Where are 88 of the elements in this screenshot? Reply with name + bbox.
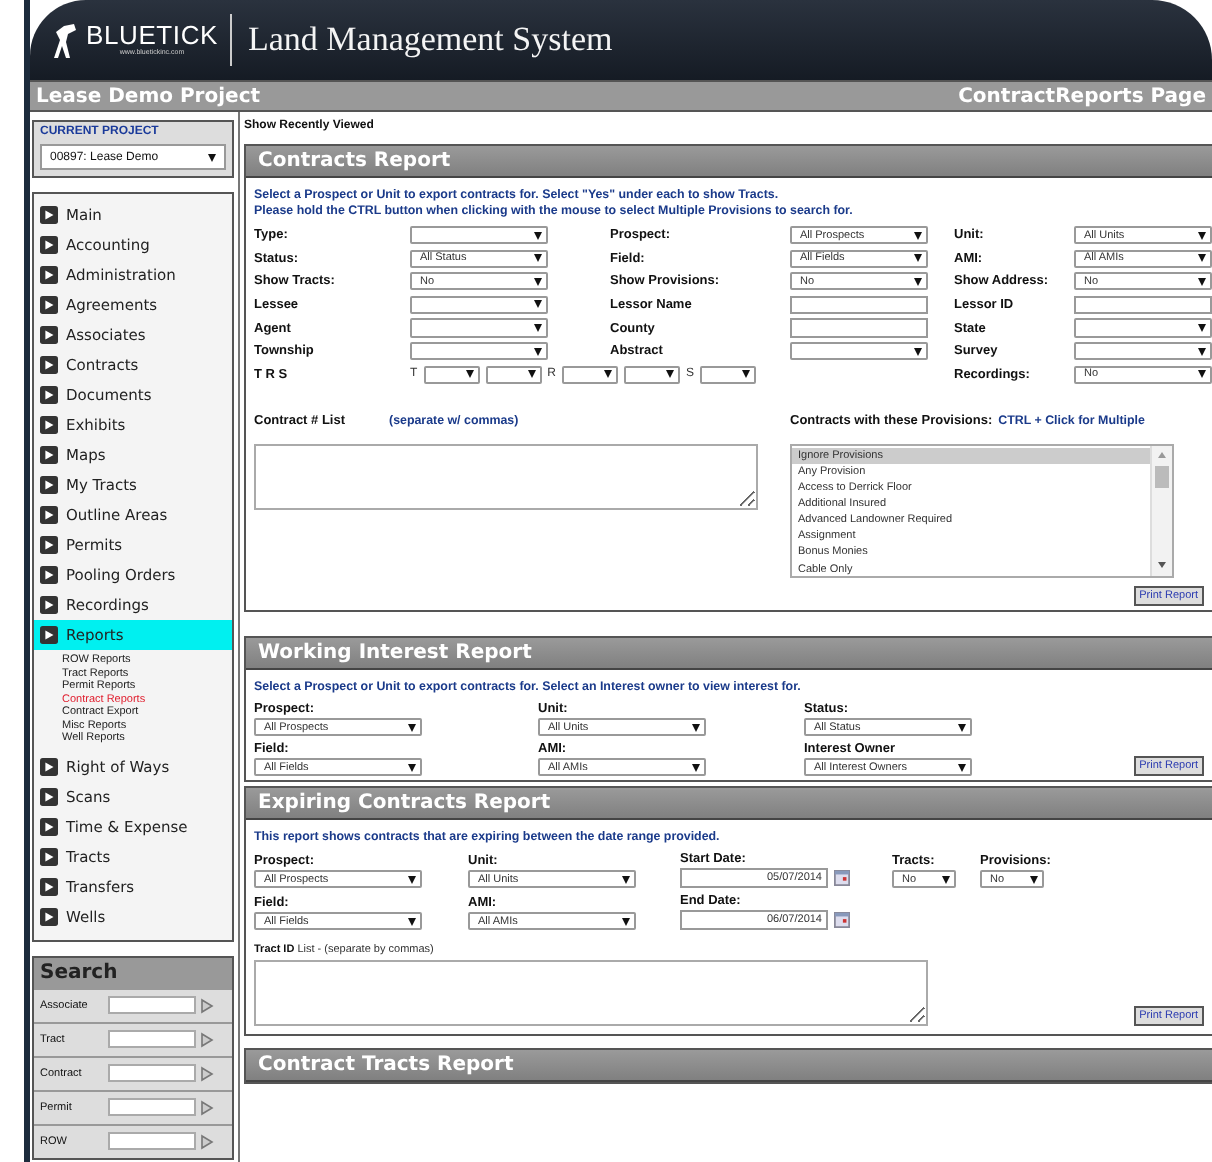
caret-icon — [534, 347, 542, 356]
arrow-box-icon — [40, 536, 58, 554]
caret-icon — [1198, 231, 1206, 240]
caret-icon — [622, 875, 630, 884]
caret-icon — [534, 324, 542, 333]
caret-icon — [914, 347, 922, 356]
caret-icon — [622, 917, 630, 926]
caret-icon — [958, 723, 966, 731]
arrow-box-icon — [40, 596, 58, 614]
arrow-box-icon — [40, 566, 58, 584]
app-title: Land Management System — [247, 20, 613, 60]
caret-icon — [208, 153, 216, 161]
caret-icon — [408, 917, 416, 926]
search-field[interactable] — [108, 996, 196, 1014]
panel-title: Contract Tracts Report — [246, 1050, 1212, 1083]
caret-icon — [1198, 277, 1206, 286]
arrow-box-icon — [40, 446, 58, 464]
input-field[interactable] — [790, 318, 928, 338]
caret-icon — [408, 875, 416, 884]
caret-icon — [692, 723, 700, 731]
search-field[interactable] — [108, 1064, 196, 1082]
go-arrow-icon[interactable] — [200, 997, 214, 1013]
arrow-box-icon — [40, 626, 58, 644]
panel-title: Contracts Report — [246, 146, 1212, 178]
arrow-box-icon — [40, 787, 58, 805]
caret-icon — [958, 763, 966, 772]
panel-title: Expiring Contracts Report — [246, 788, 1212, 821]
caret-icon — [604, 370, 613, 379]
caret-icon — [1030, 875, 1038, 884]
caret-icon — [465, 370, 474, 379]
arrow-box-icon — [40, 847, 58, 865]
caret-icon — [1198, 347, 1206, 356]
panel-title: Working Interest Report — [246, 637, 1212, 670]
project-title: Lease Demo Project — [36, 85, 261, 107]
arrow-box-icon — [40, 506, 58, 524]
caret-icon — [527, 370, 536, 379]
arrow-box-icon — [40, 907, 58, 925]
dropdown[interactable] — [624, 365, 681, 384]
caret-icon — [1198, 370, 1206, 379]
arrow-box-icon — [40, 817, 58, 835]
caret-icon — [408, 723, 416, 731]
caret-icon — [1198, 324, 1206, 333]
go-arrow-icon[interactable] — [200, 1099, 214, 1115]
scrollbar[interactable] — [1150, 445, 1172, 576]
dropdown[interactable] — [423, 365, 480, 384]
caret-icon — [534, 254, 542, 263]
caret-icon — [914, 277, 922, 286]
arrow-box-icon — [40, 416, 58, 434]
search-field[interactable] — [108, 1132, 196, 1150]
go-arrow-icon[interactable] — [200, 1065, 214, 1081]
caret-icon — [914, 231, 922, 240]
arrow-box-icon — [40, 386, 58, 404]
dropdown[interactable] — [700, 365, 757, 384]
caret-icon — [914, 254, 922, 263]
arrow-box-icon — [40, 757, 58, 775]
arrow-box-icon — [40, 356, 58, 374]
arrow-box-icon — [40, 266, 58, 284]
tract-list-field[interactable] — [254, 960, 928, 1027]
dropdown[interactable] — [562, 365, 619, 384]
logo-text: BLUETICK — [86, 22, 218, 48]
caret-icon — [534, 300, 542, 309]
caret-icon — [534, 277, 542, 286]
go-arrow-icon[interactable] — [200, 1031, 214, 1047]
contract-list-field[interactable] — [254, 443, 758, 510]
search-field[interactable] — [108, 1030, 196, 1048]
calendar-icon[interactable] — [834, 912, 850, 929]
input-field[interactable] — [790, 295, 928, 315]
arrow-box-icon — [40, 326, 58, 344]
input-field[interactable] — [1074, 295, 1212, 315]
caret-icon — [692, 763, 700, 772]
caret-icon — [1198, 254, 1206, 263]
calendar-icon[interactable] — [834, 870, 850, 887]
arrow-box-icon — [40, 476, 58, 494]
caret-icon — [408, 763, 416, 772]
arrow-box-icon — [40, 296, 58, 314]
arrow-box-icon — [40, 236, 58, 254]
logo-icon — [50, 20, 78, 60]
arrow-box-icon — [40, 206, 58, 224]
arrow-box-icon — [40, 877, 58, 895]
caret-icon — [942, 875, 950, 884]
search-field[interactable] — [108, 1098, 196, 1116]
caret-icon — [666, 370, 675, 379]
page-title: ContractReports Page — [958, 85, 1206, 107]
go-arrow-icon[interactable] — [200, 1133, 214, 1149]
panel-title: Search — [34, 957, 232, 987]
dropdown[interactable] — [485, 365, 542, 384]
caret-icon — [742, 370, 751, 379]
caret-icon — [534, 231, 542, 240]
